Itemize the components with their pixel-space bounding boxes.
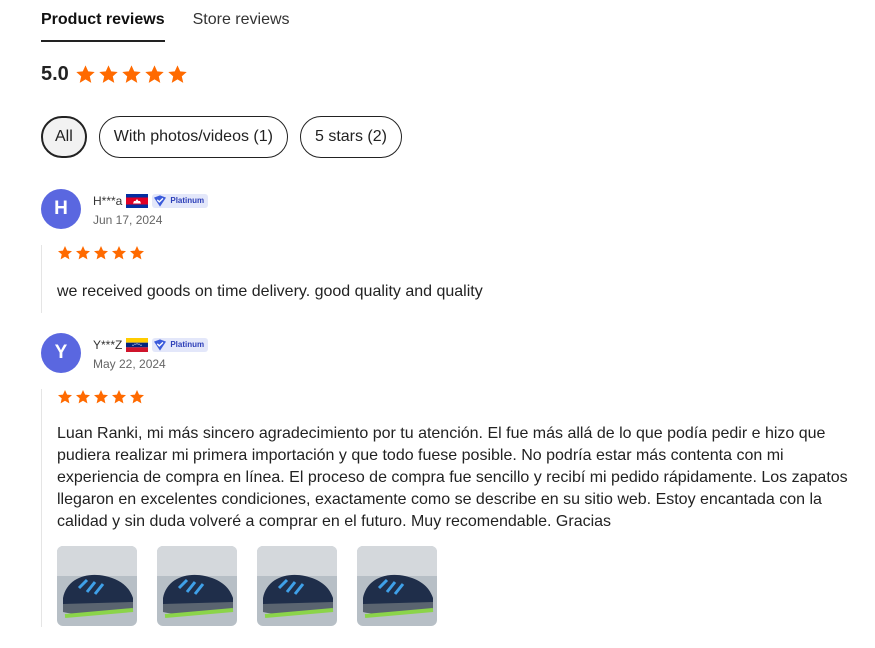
sneaker-photo[interactable] xyxy=(257,546,337,626)
shield-check-icon xyxy=(153,339,167,351)
filter-all-chip[interactable]: All xyxy=(41,116,87,158)
review-text: we received goods on time delivery. good… xyxy=(57,283,483,300)
review-date: Jun 17, 2024 xyxy=(93,212,163,227)
star-icon xyxy=(144,64,165,85)
star-icon xyxy=(75,389,91,405)
shield-check-icon xyxy=(153,195,167,207)
star-icon xyxy=(167,64,188,85)
tab-store-reviews[interactable]: Store reviews xyxy=(193,0,290,42)
star-icon xyxy=(98,64,119,85)
star-icon xyxy=(75,245,91,261)
cambodia-flag-icon xyxy=(126,193,149,208)
reviewer-name: Y***Z xyxy=(93,337,123,352)
avatar: Y xyxy=(41,333,81,373)
star-icon xyxy=(121,64,142,85)
average-score: 5.0 xyxy=(41,63,69,85)
average-star-rating xyxy=(75,64,190,85)
star-icon xyxy=(111,245,127,261)
review-text: Luan Ranki, mi más sincero agradecimient… xyxy=(57,425,848,530)
star-icon xyxy=(129,245,145,261)
review-star-rating xyxy=(57,389,861,405)
sneaker-photo[interactable] xyxy=(157,546,237,626)
star-icon xyxy=(93,389,109,405)
review-star-rating xyxy=(57,245,861,261)
review-item: H H***a Platinum Jun 17, 2024 we receive… xyxy=(41,189,861,313)
platinum-badge: Platinum xyxy=(152,193,209,208)
sneaker-photo[interactable] xyxy=(57,546,137,626)
star-icon xyxy=(57,245,73,261)
rating-summary: 5.0 xyxy=(41,63,190,86)
star-icon xyxy=(111,389,127,405)
star-icon xyxy=(75,64,96,85)
star-icon xyxy=(93,245,109,261)
filter-5-stars-chip[interactable]: 5 stars (2) xyxy=(299,116,402,158)
review-filters: All With photos/videos (1) 5 stars (2) xyxy=(41,116,414,158)
filter-with-photos-chip[interactable]: With photos/videos (1) xyxy=(98,116,288,158)
platinum-badge: Platinum xyxy=(152,337,209,352)
review-item: Y Y***Z Platinum May 22, 2024 Luan Ranki… xyxy=(41,333,861,627)
reviewer-name: H***a xyxy=(93,193,123,208)
sneaker-photo[interactable] xyxy=(357,546,437,626)
star-icon xyxy=(129,389,145,405)
star-icon xyxy=(57,389,73,405)
tab-product-reviews[interactable]: Product reviews xyxy=(41,0,165,42)
review-tabs: Product reviews Store reviews xyxy=(41,0,318,44)
review-photos xyxy=(57,546,861,626)
avatar: H xyxy=(41,189,81,229)
review-date: May 22, 2024 xyxy=(93,356,166,371)
venezuela-flag-icon xyxy=(126,337,149,352)
